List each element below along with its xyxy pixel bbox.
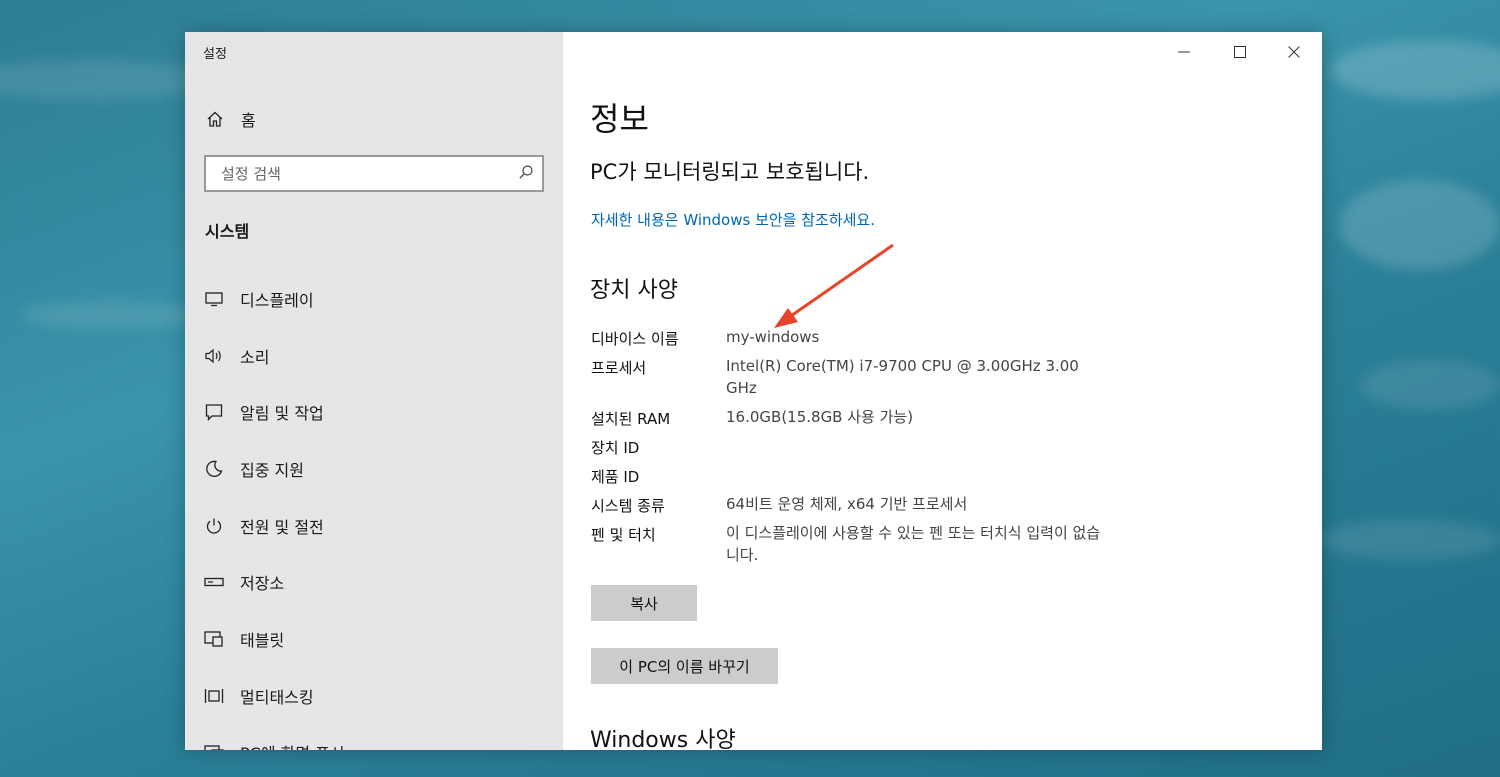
close-button[interactable] [1271, 40, 1317, 64]
window-title: 설정 [203, 47, 227, 62]
multitasking-icon [203, 685, 225, 707]
sidebar-item-focus-assist[interactable]: 집중 지원 [203, 454, 304, 484]
settings-search-box[interactable] [204, 155, 544, 192]
sidebar-item-home[interactable]: 홈 [205, 105, 256, 133]
protection-status: PC가 모니터링되고 보호됩니다. [590, 160, 870, 184]
search-input[interactable] [219, 163, 518, 184]
spec-label-ram: 설치된 RAM [591, 410, 671, 428]
main-content: 정보 PC가 모니터링되고 보호됩니다. 자세한 내용은 Windows 보안을… [563, 32, 1322, 750]
device-specs-heading: 장치 사양 [590, 278, 678, 303]
sidebar-item-project[interactable]: PC에 화면 표시 [203, 737, 345, 750]
spec-label-system-type: 시스템 종류 [591, 497, 665, 515]
sidebar-item-label: 태블릿 [240, 631, 285, 650]
copy-button[interactable]: 복사 [591, 585, 697, 621]
sidebar-item-label: PC에 화면 표시 [240, 740, 345, 750]
spec-label-processor: 프로세서 [591, 359, 647, 377]
spec-value-processor: Intel(R) Core(TM) i7-9700 CPU @ 3.00GHz … [726, 357, 1079, 397]
maximize-icon [1234, 46, 1246, 58]
spec-value-pen-touch: 이 디스플레이에 사용할 수 있는 펜 또는 터치식 입력이 없습니다. [726, 524, 1101, 564]
sidebar-item-label: 멀티태스킹 [240, 688, 314, 707]
sidebar-item-label: 디스플레이 [240, 291, 314, 310]
minimize-button[interactable] [1161, 40, 1207, 64]
spec-label-pen-touch: 펜 및 터치 [591, 526, 656, 544]
spec-value-system-type: 64비트 운영 체제, x64 기반 프로세서 [726, 495, 968, 513]
close-icon [1288, 46, 1300, 58]
search-icon[interactable] [518, 164, 534, 184]
windows-specs-heading: Windows 사양 [590, 728, 736, 750]
page-title: 정보 [590, 100, 649, 138]
notification-icon [203, 401, 225, 423]
spec-label-device-name: 디바이스 이름 [591, 330, 679, 348]
sidebar-item-power-sleep[interactable]: 전원 및 절전 [203, 511, 324, 541]
sidebar-item-storage[interactable]: 저장소 [203, 567, 284, 597]
windows-security-link[interactable]: 자세한 내용은 Windows 보안을 참조하세요. [591, 209, 875, 230]
settings-window: 설정 홈 시스템 디스플레이 소리 [185, 32, 1322, 750]
sidebar-item-sound[interactable]: 소리 [203, 341, 269, 371]
sidebar-item-label: 알림 및 작업 [240, 404, 324, 423]
sidebar-item-display[interactable]: 디스플레이 [203, 284, 314, 314]
home-label: 홈 [241, 111, 256, 130]
storage-icon [203, 571, 225, 593]
monitor-icon [203, 288, 225, 310]
sidebar-item-label: 저장소 [240, 574, 285, 593]
spec-value-device-name: my-windows [726, 328, 820, 346]
tablet-icon [203, 628, 225, 650]
sidebar-item-label: 소리 [240, 348, 270, 367]
moon-icon [203, 458, 225, 480]
sidebar-item-multitasking[interactable]: 멀티태스킹 [203, 681, 314, 711]
sidebar-item-notifications[interactable]: 알림 및 작업 [203, 397, 324, 427]
sidebar-section-heading: 시스템 [205, 222, 250, 241]
sidebar-item-tablet[interactable]: 태블릿 [203, 624, 284, 654]
sidebar-item-label: 집중 지원 [240, 461, 304, 480]
speaker-icon [203, 345, 225, 367]
rename-pc-button[interactable]: 이 PC의 이름 바꾸기 [591, 648, 778, 684]
spec-label-device-id: 장치 ID [591, 439, 640, 457]
minimize-icon [1178, 51, 1190, 53]
spec-label-product-id: 제품 ID [591, 468, 640, 486]
sidebar: 설정 홈 시스템 디스플레이 소리 [185, 32, 563, 750]
power-icon [203, 515, 225, 537]
spec-value-ram: 16.0GB(15.8GB 사용 가능) [726, 408, 914, 426]
sidebar-item-label: 전원 및 절전 [240, 518, 324, 537]
home-icon [205, 110, 225, 128]
maximize-button[interactable] [1217, 40, 1263, 64]
project-icon [203, 741, 225, 750]
